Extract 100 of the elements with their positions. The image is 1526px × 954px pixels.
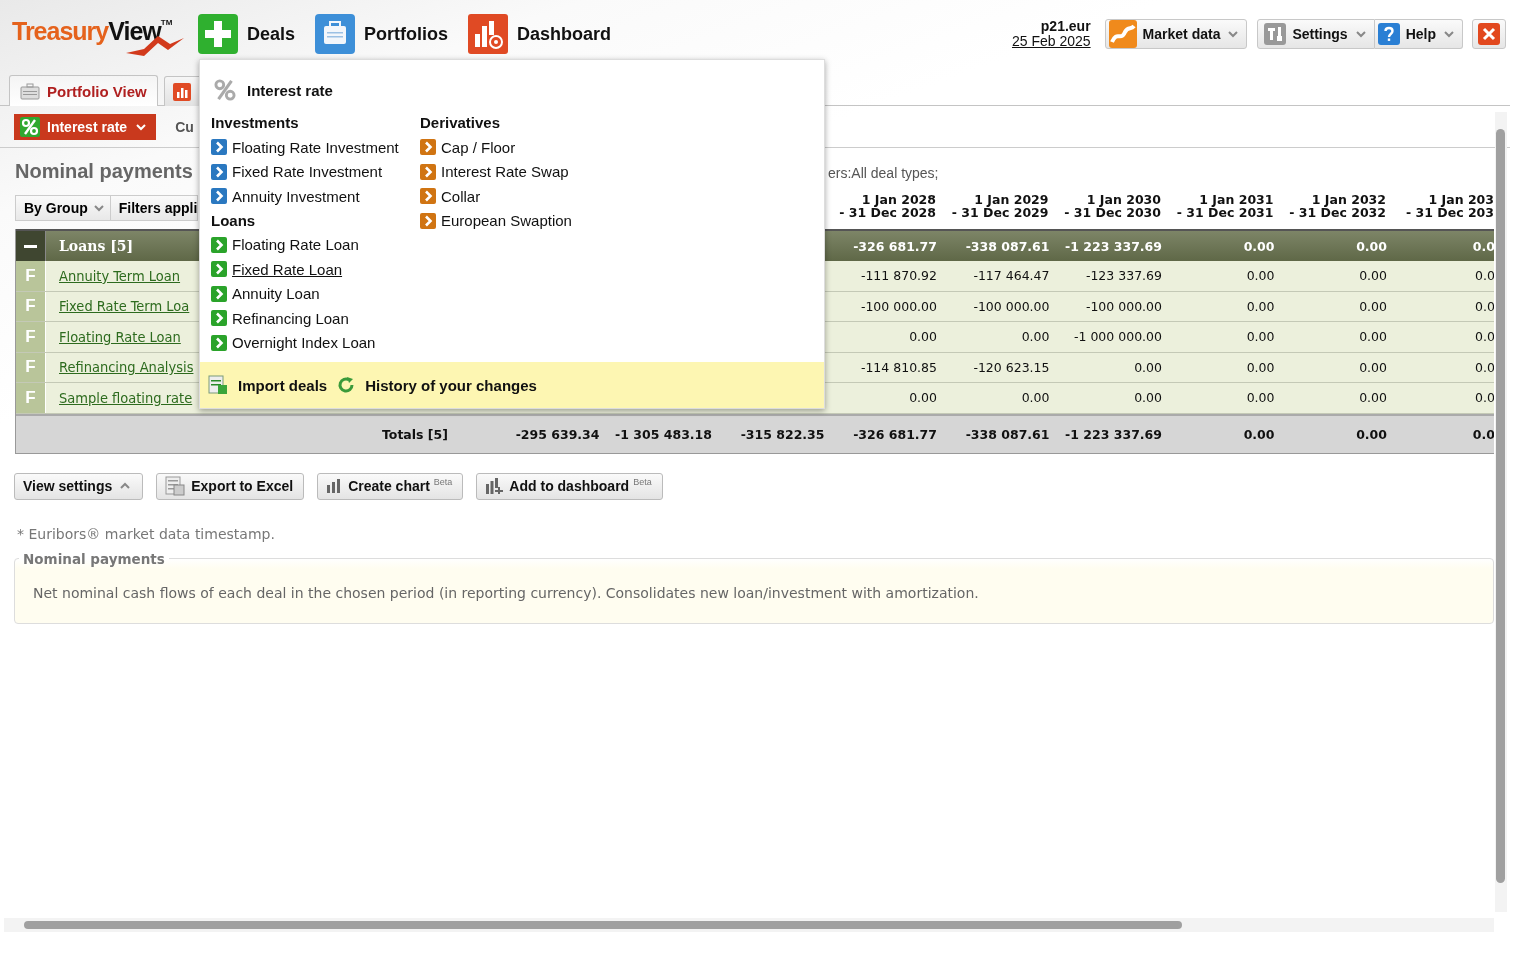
menu-item[interactable]: Annuity Investment [211,184,360,209]
chevron-right-icon [211,310,227,327]
logo-text: Treasury [12,17,109,46]
grouping-dropdown[interactable]: By Group [15,194,111,221]
deal-link[interactable]: Fixed Rate Term Loa [59,298,190,315]
plus-icon [198,14,238,54]
total-cell-text: -338 087.61 [964,426,1050,442]
chevron-right-icon [211,236,227,253]
spreadsheet-icon [208,375,228,395]
table-cell-text: -117 464.47 [972,268,1050,284]
history-link[interactable]: History of your changes [337,372,537,398]
deal-type-marker: F [16,352,46,382]
table-cell-text: 0.00 [1358,268,1387,284]
nav-link[interactable]: Dashboard [468,14,612,54]
table-cell-text: 0.00 [1020,329,1050,345]
table-cell-text: 0.00 [908,329,937,345]
total-cell-text: -326 681.77 [852,426,937,442]
category-dropdown[interactable]: Interest rate [14,113,157,140]
horizontal-scrollbar[interactable] [4,918,1494,932]
group-total: 0.00 [1242,238,1275,254]
trademark-mark: TM [160,18,173,27]
menu-title: Interest rate [247,81,333,99]
table-cell-text: 0.00 [1245,329,1275,345]
table-cell-text: 0.00 [1245,390,1275,406]
view-settings-button[interactable]: View settings [14,472,144,500]
date-link[interactable]: 25 Feb 2025 [1012,34,1091,49]
deal-link[interactable]: Floating Rate Loan [59,328,181,345]
filters-button[interactable]: Filters appli [110,194,199,221]
deal-link[interactable]: Annuity Term Loan [59,267,181,284]
description-text: Net nominal cash flows of each deal in the chosen period (in reporting currency). Consolidates new loan/investment with amortization. [33,584,980,601]
market-data-button[interactable]: Market data [1104,19,1248,49]
menu-section-heading: Derivatives [420,113,502,133]
group-total: -338 087.61 [964,238,1050,254]
close-button[interactable] [1472,19,1506,49]
tab[interactable] [163,76,202,106]
import-deals-link[interactable]: Import deals [208,372,328,398]
deal-link[interactable]: Refinancing Analysis [59,359,194,376]
totals-label: Totals [5] [380,426,449,442]
nav-link[interactable]: Deals [198,14,296,54]
tools-icon [1264,23,1287,45]
nav-link[interactable]: Portfolios [315,14,449,54]
table-cell-text: 0.00 [1020,390,1050,406]
tab[interactable]: Portfolio View [9,75,158,106]
menu-item[interactable]: Floating Rate Investment [211,135,399,160]
vertical-scrollbar[interactable] [1495,112,1507,912]
menu-item[interactable]: Refinancing Loan [211,306,349,331]
chevron-right-icon [211,261,227,278]
chevron-right-icon [420,163,436,180]
table-cell-text: 0.00 [1245,359,1275,375]
report-title: Nominal payments [15,160,193,183]
beta-label: Beta [433,476,453,487]
group-total: -326 681.77 [852,238,937,254]
table-cell-text: -123 337.69 [1084,268,1162,284]
total-cell-text: -315 822.35 [739,426,825,442]
column-header: 1 Jan 2030 - 31 Dec 2030 [1063,192,1161,219]
help-button[interactable]: Help [1374,19,1463,49]
deal-link[interactable]: Sample floating rate [59,389,193,406]
total-cell-text: 0.00 [1355,426,1387,442]
menu-item[interactable]: Fixed Rate Loan [211,257,343,282]
table-cell-text: 0.00 [1133,359,1162,375]
menu-item[interactable]: Overnight Index Loan [211,330,376,355]
menu-item[interactable]: Cap / Floor [420,135,516,160]
table-cell-text: 0.00 [1358,359,1387,375]
menu-item[interactable]: European Swaption [420,208,572,233]
menu-item[interactable]: Fixed Rate Investment [211,159,383,184]
beta-label: Beta [633,476,652,487]
group-label: Loans [5] [59,238,134,254]
total-cell-text: -1 305 483.18 [614,426,712,442]
menu-item[interactable]: Interest Rate Swap [420,159,569,184]
collapse-toggle[interactable] [16,231,46,261]
spreadsheet-icon [165,476,186,496]
create-chart-button[interactable]: Create chart $^{Beta}$ [317,472,464,500]
menu-item[interactable]: Annuity Loan [211,281,320,306]
refresh-icon [337,376,356,394]
group-total: -1 223 337.69 [1064,238,1162,254]
deal-type-marker: F [16,383,46,413]
table-cell-text: 0.0 [1474,359,1494,375]
table-cell-text: 0.0 [1474,268,1494,284]
chevron-right-icon [211,163,227,180]
filter-summary: ers:All deal types; [828,165,939,181]
chevron-right-icon [420,139,436,156]
total-cell-text: -1 223 337.69 [1064,426,1162,442]
table-cell-text: 0.00 [1358,298,1387,314]
column-header: 1 Jan 2031 - 31 Dec 2031 [1175,192,1274,219]
chevron-right-icon [420,188,436,205]
toolbar-text: Cu [175,118,194,135]
deal-type-marker: F [16,291,46,321]
menu-section-heading: Loans [211,210,257,231]
settings-button[interactable]: Settings [1257,19,1375,49]
export-button[interactable]: Export to Excel [156,472,305,500]
table-cell-text: -100 000.00 [859,298,937,314]
logo-text: View [108,17,161,46]
percent-icon [212,77,238,103]
table-cell-text: 0.00 [1245,298,1275,314]
table-cell-text: -1 000 000.00 [1073,329,1162,345]
column-header: 1 Jan 203 - 31 Dec 203 [1405,192,1494,219]
add-to-dashboard-button[interactable]: Add to dashboard $^{Beta}$ [476,472,663,500]
menu-item[interactable]: Floating Rate Loan [211,232,359,257]
total-cell-text: 0.0 [1471,426,1494,442]
menu-item[interactable]: Collar [420,184,481,209]
